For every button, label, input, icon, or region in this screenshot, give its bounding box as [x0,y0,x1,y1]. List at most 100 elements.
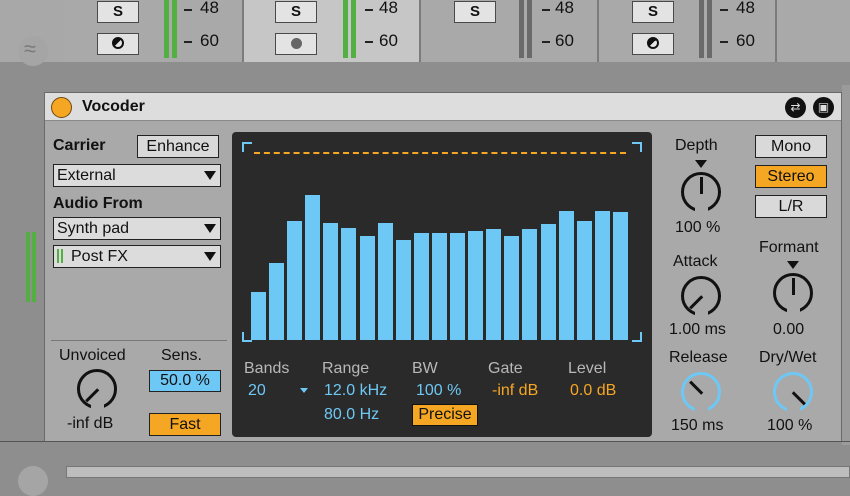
drywet-label: Dry/Wet [759,349,817,366]
bw-value[interactable]: 100 % [416,382,461,400]
band-bar [594,211,610,340]
drywet-knob[interactable] [773,372,813,415]
tick-mark [184,41,192,43]
solo-button[interactable]: S [275,1,317,23]
bands-dropdown-icon[interactable] [300,388,308,393]
formant-pointer-icon [787,261,799,269]
release-label: Release [669,349,728,366]
monitor-button[interactable] [97,33,139,55]
display-corner [632,142,642,152]
attack-knob[interactable] [681,276,721,319]
range-high-value[interactable]: 12.0 kHz [324,382,387,400]
mono-button[interactable]: Mono [755,135,827,158]
tick-mark [720,41,728,43]
stereo-button[interactable]: Stereo [755,165,827,188]
hot-swap-icon[interactable]: ⇄ [785,97,806,118]
gate-value[interactable]: -inf dB [492,382,538,400]
audio-from-dropdown[interactable]: Synth pad [53,217,221,240]
tick-mark [365,41,373,43]
depth-knob[interactable] [681,172,721,215]
display-corner [242,142,252,152]
wave-icon[interactable] [18,36,48,66]
save-preset-icon[interactable]: ▣ [813,97,834,118]
band-bar [395,240,411,340]
level-meter [699,0,704,58]
unvoiced-value: -inf dB [67,415,114,432]
level-meter [351,0,356,58]
range-low-value[interactable]: 80.0 Hz [324,406,379,424]
formant-value: 0.00 [773,321,805,338]
panel-edge [842,85,850,445]
audio-from-label: Audio From [53,195,143,212]
tick-mark [542,9,550,11]
band-bar [576,221,592,340]
monitor-button[interactable] [632,33,674,55]
solo-button[interactable]: S [454,1,496,23]
level-meter [519,0,524,58]
tick-mark [720,9,728,11]
lr-button[interactable]: L/R [755,195,827,218]
tick-label-60: 60 [200,31,219,50]
tick-label-60: 60 [379,31,398,50]
device-title-bar: Vocoder ⇄ ▣ [45,93,841,121]
carrier-dropdown[interactable]: External [53,164,221,187]
fast-button[interactable]: Fast [149,413,221,436]
chevron-down-icon [204,171,216,180]
tick-label-48: 48 [736,0,755,17]
device-title: Vocoder [82,98,145,115]
tick-mark [184,9,192,11]
bw-label: BW [412,360,438,377]
carrier-label: Carrier [53,137,106,154]
monitor-icon [647,37,659,50]
band-bar [413,233,429,340]
mixer-track-4: S 48 60 [599,0,777,62]
track-icon[interactable] [18,466,48,496]
release-knob[interactable] [681,372,721,415]
monitor-icon [112,37,124,50]
mixer-strip: S 48 60 S 48 60 S 48 60 S 48 60 [0,0,850,62]
chevron-down-icon [204,252,216,261]
precise-button[interactable]: Precise [412,404,478,426]
panel-divider [0,441,850,442]
audio-tap-dropdown[interactable]: Post FX [53,245,221,268]
band-bar [341,228,357,340]
level-value[interactable]: 0.0 dB [570,382,616,400]
bands-value[interactable]: 20 [248,382,266,400]
band-bar [323,223,339,340]
band-bar [504,236,520,340]
depth-value: 100 % [675,219,721,236]
audio-from-value: Synth pad [57,220,130,237]
band-spectrum [250,170,630,340]
tick-mark [365,9,373,11]
band-bar [287,221,303,340]
carrier-value: External [57,167,116,184]
band-bar [359,236,375,340]
level-label: Level [568,360,607,377]
tick-mark [542,41,550,43]
tick-label-48: 48 [200,0,219,17]
solo-button[interactable]: S [632,1,674,23]
enhance-button[interactable]: Enhance [137,135,219,158]
tick-label-48: 48 [379,0,398,17]
level-meter [172,0,177,58]
device-power-button[interactable] [51,97,72,118]
gate-threshold-line[interactable] [254,152,626,154]
formant-knob[interactable] [773,273,813,316]
level-meter [707,0,712,58]
display-corner [632,332,642,342]
solo-button[interactable]: S [97,1,139,23]
unvoiced-knob[interactable] [77,369,117,412]
tick-label-60: 60 [555,31,574,50]
band-bar [269,263,285,340]
band-bar [450,233,466,340]
monitor-button[interactable] [275,33,317,55]
attack-label: Attack [673,253,718,270]
unvoiced-label: Unvoiced [59,347,126,364]
sens-value-box[interactable]: 50.0 % [149,370,221,392]
divider [51,340,227,341]
audio-tap-value: Post FX [71,248,128,265]
level-meter [343,0,348,58]
range-label: Range [322,360,370,377]
tick-label-60: 60 [736,31,755,50]
input-meter [26,232,30,302]
